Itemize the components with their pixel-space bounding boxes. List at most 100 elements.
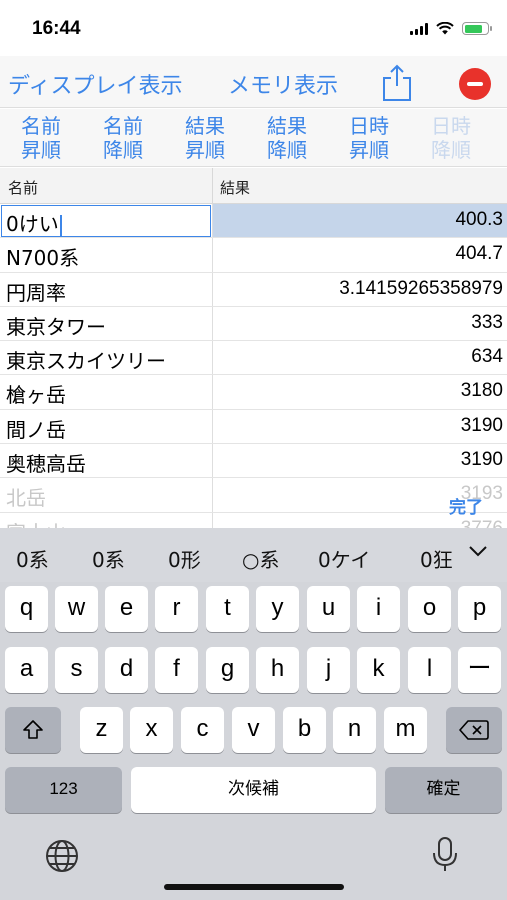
key-t[interactable]: t — [206, 586, 249, 632]
table-row[interactable]: 奥穂高岳 3190 — [0, 444, 507, 479]
key-i[interactable]: i — [357, 586, 400, 632]
memory-table: 0けい 400.3 N700系 404.7 円周率 3.141592653589… — [0, 204, 507, 533]
column-header-name[interactable]: 名前 — [8, 177, 38, 198]
row-name: 東京タワー — [6, 314, 106, 339]
key-c[interactable]: c — [181, 707, 224, 753]
sort-label-bottom: 昇順 — [185, 138, 225, 162]
sort-label-bottom: 降順 — [431, 138, 471, 162]
candidate-item[interactable]: 0ケイ — [318, 544, 370, 573]
sort-name-desc-button[interactable]: 名前 降順 — [92, 114, 154, 162]
key-u[interactable]: u — [307, 586, 350, 632]
sort-label-top: 日時 — [431, 114, 471, 138]
sort-label-bottom: 降順 — [267, 138, 307, 162]
microphone-icon[interactable] — [430, 836, 460, 874]
key-h[interactable]: h — [256, 647, 299, 693]
sort-label-bottom: 昇順 — [349, 138, 389, 162]
text-cursor — [59, 214, 62, 237]
candidate-item[interactable]: ○系 — [242, 544, 279, 573]
sort-date-asc-button[interactable]: 日時 昇順 — [338, 114, 400, 162]
key-d[interactable]: d — [105, 647, 148, 693]
key-s[interactable]: s — [55, 647, 98, 693]
space-key[interactable]: 次候補 — [131, 767, 376, 813]
table-row[interactable]: 東京スカイツリー 634 — [0, 341, 507, 376]
toolbar: ディスプレイ表示 メモリ表示 — [0, 56, 507, 108]
globe-icon[interactable] — [44, 838, 80, 874]
sort-label-bottom: 昇順 — [21, 138, 61, 162]
sort-name-asc-button[interactable]: 名前 昇順 — [10, 114, 72, 162]
column-divider — [212, 204, 213, 238]
key-g[interactable]: g — [206, 647, 249, 693]
table-header: 名前 結果 — [0, 168, 507, 204]
home-indicator[interactable] — [164, 884, 344, 890]
row-name: 槍ヶ岳 — [6, 383, 66, 408]
sort-bar: 名前 昇順 名前 降順 結果 昇順 結果 降順 日時 昇順 日時 降順 — [0, 109, 507, 167]
table-row[interactable]: 東京タワー 333 — [0, 306, 507, 342]
key-j[interactable]: j — [307, 647, 350, 693]
column-divider — [212, 168, 213, 204]
table-row[interactable]: 0けい 400.3 — [0, 204, 507, 239]
done-button[interactable]: 完了 — [449, 493, 483, 518]
key-n[interactable]: n — [333, 707, 376, 753]
candidate-item[interactable]: 0狂 — [420, 544, 452, 573]
shift-icon — [23, 720, 43, 739]
backspace-key[interactable] — [446, 707, 502, 753]
display-view-button[interactable]: ディスプレイ表示 — [8, 68, 182, 100]
column-divider — [212, 478, 213, 512]
row-name: 円周率 — [6, 280, 66, 305]
candidate-item[interactable]: 0形 — [168, 544, 201, 573]
status-icons — [410, 22, 492, 35]
row-value: 333 — [471, 311, 503, 333]
sort-date-desc-button[interactable]: 日時 降順 — [420, 114, 482, 162]
column-divider — [212, 238, 213, 272]
key-r[interactable]: r — [155, 586, 198, 632]
shift-key[interactable] — [5, 707, 61, 753]
key-x[interactable]: x — [130, 707, 173, 753]
sort-label-top: 結果 — [185, 114, 225, 138]
table-row[interactable]: 槍ヶ岳 3180 — [0, 375, 507, 410]
key-z[interactable]: z — [80, 707, 123, 753]
sort-result-desc-button[interactable]: 結果 降順 — [256, 114, 318, 162]
table-row[interactable]: 円周率 3.14159265358979 — [0, 272, 507, 307]
chevron-down-icon[interactable] — [467, 540, 489, 562]
row-value: 400.3 — [455, 209, 503, 230]
column-header-result[interactable]: 結果 — [220, 177, 250, 198]
candidate-item[interactable]: 0系 — [92, 544, 125, 573]
battery-icon — [462, 22, 492, 35]
key-e[interactable]: e — [105, 586, 148, 632]
table-row[interactable]: N700系 404.7 — [0, 238, 507, 273]
row-name: 奥穂高岳 — [6, 452, 86, 477]
key-y[interactable]: y — [256, 586, 299, 632]
memory-view-button[interactable]: メモリ表示 — [228, 68, 338, 100]
key-f[interactable]: f — [155, 647, 198, 693]
key-b[interactable]: b — [283, 707, 326, 753]
key-l[interactable]: l — [408, 647, 451, 693]
key-m[interactable]: m — [384, 707, 427, 753]
sort-label-top: 名前 — [21, 114, 61, 138]
row-value: 3.14159265358979 — [339, 277, 503, 299]
delete-button[interactable] — [459, 68, 491, 100]
row-name[interactable]: 0けい — [6, 208, 62, 237]
key-v[interactable]: v — [232, 707, 275, 753]
row-value: 404.7 — [455, 243, 503, 265]
row-name: 間ノ岳 — [6, 417, 66, 442]
key-q[interactable]: q — [5, 586, 48, 632]
wifi-icon — [436, 22, 454, 35]
numbers-key[interactable]: 123 — [5, 767, 122, 813]
status-time: 16:44 — [32, 18, 81, 39]
key-p[interactable]: p — [458, 586, 501, 632]
key-a[interactable]: a — [5, 647, 48, 693]
table-row[interactable]: 北岳 3193 — [0, 478, 507, 513]
return-key[interactable]: 確定 — [385, 767, 502, 813]
candidate-item[interactable]: 0系 — [16, 544, 49, 573]
key-k[interactable]: k — [357, 647, 400, 693]
sort-label-bottom: 降順 — [103, 138, 143, 162]
key-w[interactable]: w — [55, 586, 98, 632]
sort-result-asc-button[interactable]: 結果 昇順 — [174, 114, 236, 162]
column-divider — [212, 341, 213, 375]
key-o[interactable]: o — [408, 586, 451, 632]
key-long-vowel[interactable]: ー — [458, 647, 501, 693]
share-icon[interactable] — [380, 62, 414, 102]
cellular-signal-icon — [410, 22, 428, 35]
row-value: 3190 — [460, 414, 503, 436]
table-row[interactable]: 間ノ岳 3190 — [0, 409, 507, 445]
